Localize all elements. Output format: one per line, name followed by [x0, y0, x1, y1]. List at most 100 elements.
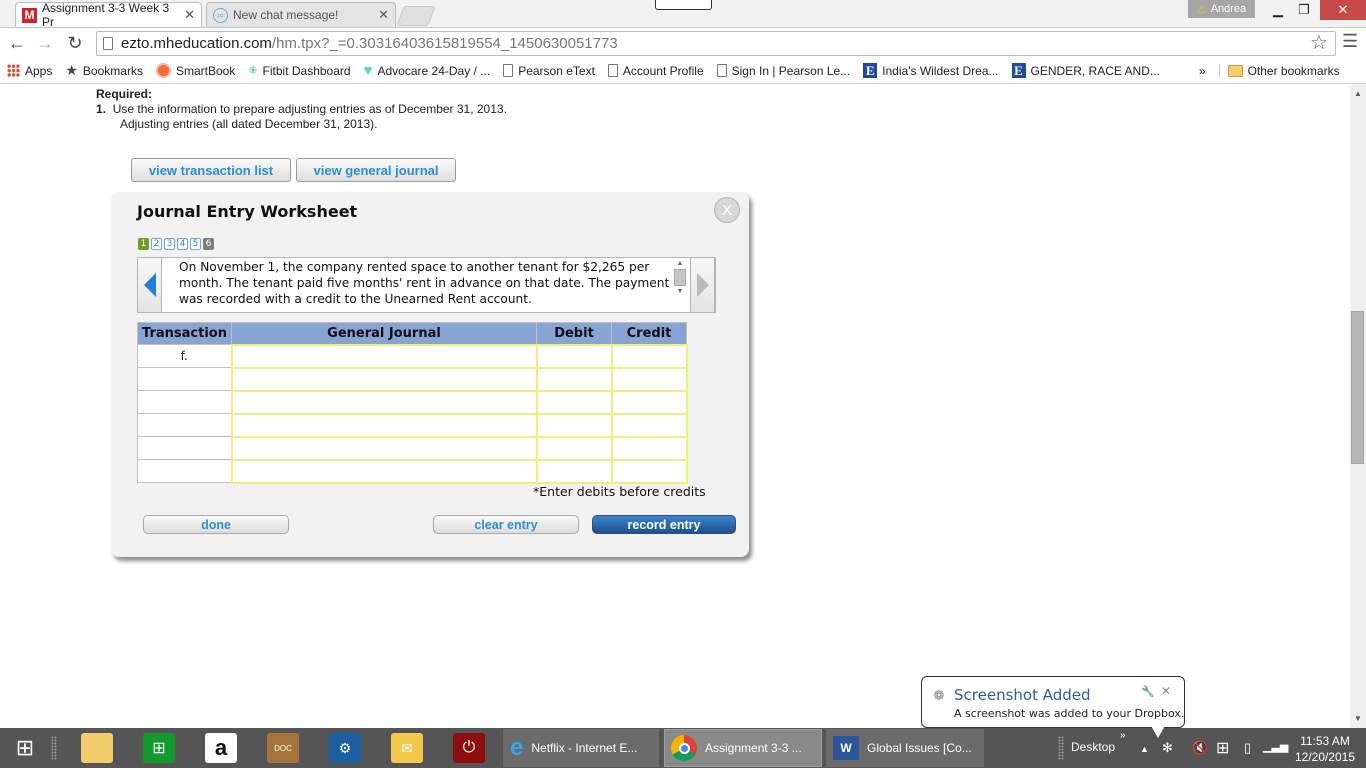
outlook-icon[interactable]: ✉ [391, 733, 423, 763]
toolbar-chevron-icon[interactable]: » [1120, 730, 1126, 741]
other-bookmarks[interactable]: Other bookmarks [1218, 63, 1340, 78]
credit-input[interactable] [612, 345, 686, 367]
account-input[interactable] [232, 414, 536, 436]
debit-input[interactable] [537, 345, 611, 367]
general-journal-table: Transaction General Journal Debit Credit… [137, 322, 688, 484]
credit-input[interactable] [612, 460, 686, 482]
scrollbar-thumb[interactable] [1351, 311, 1364, 464]
bookmark-gender-race[interactable]: E GENDER, RACE AND... [1011, 63, 1160, 78]
column-header-debit: Debit [536, 322, 612, 345]
bookmark-sign-in-pearson[interactable]: Sign In | Pearson Le... [716, 64, 850, 78]
network-signal-icon[interactable]: ▁▃▅ [1263, 740, 1288, 753]
taskbar-word-global-issues[interactable]: W Global Issues [Co... [826, 729, 984, 767]
wrench-icon[interactable]: 🔧 [1141, 685, 1155, 698]
battery-icon[interactable]: ▯ [1244, 740, 1251, 756]
credit-input[interactable] [612, 414, 686, 436]
chrome-menu-icon[interactable]: ☰ [1342, 31, 1358, 52]
show-hidden-icons-icon[interactable]: ▲ [1140, 744, 1149, 754]
reload-button[interactable]: ↻ [64, 32, 86, 54]
credit-cell [610, 389, 688, 415]
desktop-toolbar[interactable]: Desktop [1071, 740, 1115, 754]
page-1-button[interactable]: 1 [138, 238, 149, 250]
account-input[interactable] [232, 368, 536, 390]
power-app-icon[interactable]: ⏻ [453, 733, 485, 763]
next-transaction-button[interactable] [690, 257, 715, 313]
restore-button[interactable]: ❐ [1290, 0, 1318, 20]
action-center-icon[interactable]: ⊞ [1216, 738, 1229, 758]
dropbox-tray-icon[interactable]: ✻ [1162, 740, 1173, 756]
debit-cell [535, 458, 613, 484]
worksheet-close-icon[interactable]: X [714, 197, 740, 223]
address-bar[interactable]: ezto.mheducation.com/hm.tpx?_=0.30316403… [96, 31, 1336, 56]
doc-app-icon[interactable]: DOC [267, 733, 299, 763]
taskbar-netflix-ie[interactable]: e Netflix - Internet E... [503, 729, 659, 767]
bookmark-pearson-etext[interactable]: Pearson eText [503, 64, 595, 78]
bookmark-bookmarks[interactable]: ★ Bookmarks [65, 62, 143, 79]
forward-button[interactable]: → [34, 32, 56, 54]
bookmarks-overflow-button[interactable]: » [1199, 64, 1206, 78]
tab-chat[interactable]: ∞ New chat message! ✕ [206, 2, 396, 27]
debit-input[interactable] [537, 391, 611, 413]
transaction-cell [137, 413, 232, 437]
debit-input[interactable] [537, 437, 611, 459]
done-button[interactable]: done [143, 515, 289, 534]
scroll-up-arrow-icon[interactable]: ▲ [1350, 89, 1366, 98]
account-input[interactable] [232, 437, 536, 459]
scroll-down-arrow-icon[interactable]: ▼ [1350, 714, 1366, 723]
debit-input[interactable] [537, 460, 611, 482]
bookmark-account-profile[interactable]: Account Profile [607, 64, 704, 78]
bookmark-fitbit[interactable]: ⁜ Fitbit Dashboard [248, 64, 350, 78]
column-header-credit: Credit [611, 322, 687, 345]
record-entry-button[interactable]: record entry [592, 515, 736, 534]
tab-assignment[interactable]: M Assignment 3-3 Week 3 Pr ✕ [15, 1, 202, 29]
minimize-button[interactable]: ▁ [1264, 0, 1292, 20]
window-close-button[interactable]: ✕ [1320, 0, 1366, 20]
bookmark-star-icon[interactable]: ☆ [1310, 30, 1328, 55]
settings-app-icon[interactable]: ⚙ [329, 733, 361, 763]
debit-input[interactable] [537, 414, 611, 436]
clear-entry-button[interactable]: clear entry [433, 515, 579, 534]
page-icon [103, 37, 113, 50]
notification-close-icon[interactable]: ✕ [1161, 684, 1171, 698]
star-icon: ★ [65, 62, 78, 78]
bookmark-advocare[interactable]: ♥ Advocare 24-Day / ... [364, 62, 491, 79]
debit-input[interactable] [537, 368, 611, 390]
back-button[interactable]: ← [6, 32, 28, 54]
page-5-button[interactable]: 5 [190, 238, 201, 250]
close-tab-icon[interactable]: ✕ [184, 7, 195, 23]
close-tab-icon[interactable]: ✕ [378, 7, 389, 23]
page-3-button[interactable]: 3 [164, 238, 175, 250]
debit-cell [535, 412, 613, 438]
account-cell [230, 343, 538, 369]
page-4-button[interactable]: 4 [177, 238, 188, 250]
view-general-journal-button[interactable]: view general journal [296, 158, 456, 182]
volume-muted-icon[interactable]: 🔇 [1192, 740, 1208, 756]
account-input[interactable] [232, 391, 536, 413]
page-icon [716, 64, 727, 77]
account-input[interactable] [232, 460, 536, 482]
column-header-transaction: Transaction [137, 322, 232, 345]
credit-input[interactable] [612, 368, 686, 390]
account-input[interactable] [232, 345, 536, 367]
previous-transaction-button[interactable] [137, 257, 162, 313]
scroll-up-arrow-icon[interactable]: ▲ [673, 260, 687, 267]
taskbar-chrome-assignment[interactable]: Assignment 3-3 ... [664, 729, 822, 767]
start-button[interactable]: ⊞ [9, 733, 41, 763]
task-label: Global Issues [Co... [867, 741, 972, 755]
file-explorer-icon[interactable] [81, 733, 113, 763]
bookmark-apps[interactable]: Apps [7, 64, 52, 78]
view-transaction-list-button[interactable]: view transaction list [131, 158, 291, 182]
description-scrollbar[interactable]: ▲ ▼ [673, 260, 687, 311]
store-icon[interactable]: ⊞ [143, 733, 175, 763]
description-scroll-thumb[interactable] [674, 269, 686, 286]
page-6-button[interactable]: 6 [203, 238, 214, 250]
bookmark-indias-wildest[interactable]: E India's Wildest Drea... [863, 63, 999, 78]
system-clock[interactable]: 11:53 AM 12/20/2015 [1290, 733, 1360, 765]
profile-button[interactable]: ⚠ Andrea [1188, 0, 1255, 18]
page-2-button[interactable]: 2 [151, 238, 162, 250]
credit-input[interactable] [612, 437, 686, 459]
bookmark-smartbook[interactable]: SmartBook [155, 63, 235, 78]
scroll-down-arrow-icon[interactable]: ▼ [673, 288, 687, 295]
amazon-icon[interactable]: a [205, 733, 237, 763]
credit-input[interactable] [612, 391, 686, 413]
